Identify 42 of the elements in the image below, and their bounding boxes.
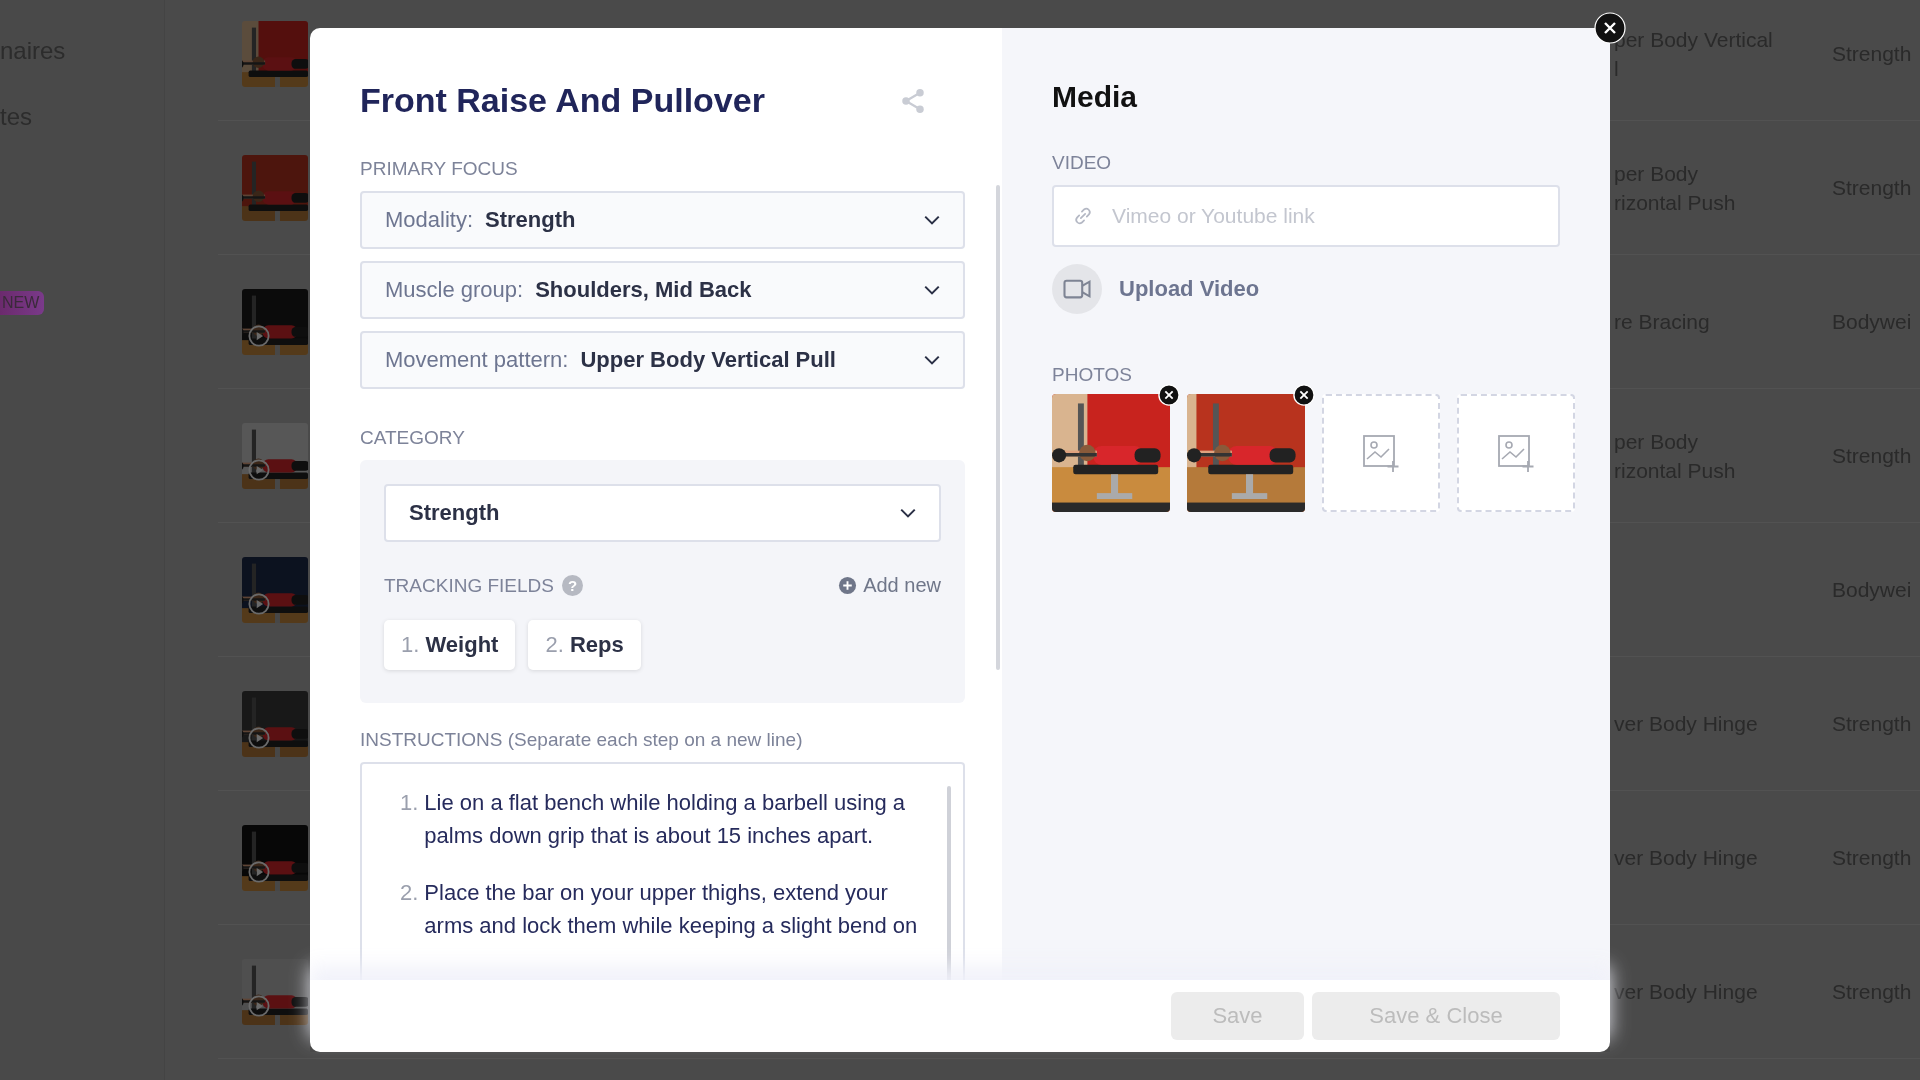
dropdown[interactable]: Movement pattern: Upper Body Vertical Pull [360,331,965,389]
step-text: Lie on a flat bench while holding a barbell using a palms down grip that is about 15 inches apart. [424,789,907,850]
video-camera-icon [1052,264,1102,314]
section-label: PHOTOS [1052,364,1133,386]
section-label: TRACKING FIELDS [384,574,554,597]
step-number: 2. [400,879,419,907]
add-photo-slot[interactable] [1457,394,1575,512]
add-photo-slot[interactable] [1322,394,1440,512]
dropdown[interactable]: Muscle group: Shoulders, Mid Back [360,261,965,319]
play-icon[interactable] [248,458,270,481]
add-image-icon [1361,433,1401,473]
new-badge: NEW [0,291,44,315]
instructions-field[interactable] [360,762,965,980]
scrollbar[interactable] [996,185,1000,670]
video-link-field[interactable]: Vimeo or Youtube link [1052,185,1560,247]
add-image-icon [1496,433,1536,473]
tracking-chip[interactable]: 1. Weight [384,620,516,670]
step-number: 1. [400,789,419,817]
category-dropdown[interactable]: Strength [384,484,941,542]
media-title: Media [1052,80,1139,114]
play-icon[interactable] [248,994,270,1017]
upload-video-button[interactable]: Upload Video [1052,264,1260,314]
dialog-title: Front Raise And Pullover [360,81,765,120]
tracking-chip[interactable]: 2. Reps [528,620,641,670]
play-icon[interactable] [248,324,270,347]
play-icon[interactable] [248,860,270,883]
play-icon[interactable] [248,726,270,749]
dropdown[interactable]: Modality: Strength [360,191,965,249]
add-new-link[interactable]: Add new [838,574,941,597]
section-label: INSTRUCTIONS (Separate each step on a new line) [360,729,804,751]
remove-icon[interactable] [1293,384,1315,406]
remove-icon[interactable] [1158,384,1180,406]
chevron-icon [899,507,917,519]
section-label: PRIMARY FOCUS [360,158,519,180]
chevron-icon [923,354,941,366]
play-icon[interactable] [248,592,270,615]
plus-icon [838,576,858,595]
section-label: VIDEO [1052,152,1113,174]
step-text: Place the bar on your upper thighs, extend your arms and lock them while keeping a slight bend on [424,879,919,940]
chevron-icon [923,284,941,296]
chevron-icon [923,214,941,226]
section-label: CATEGORY [360,427,466,449]
